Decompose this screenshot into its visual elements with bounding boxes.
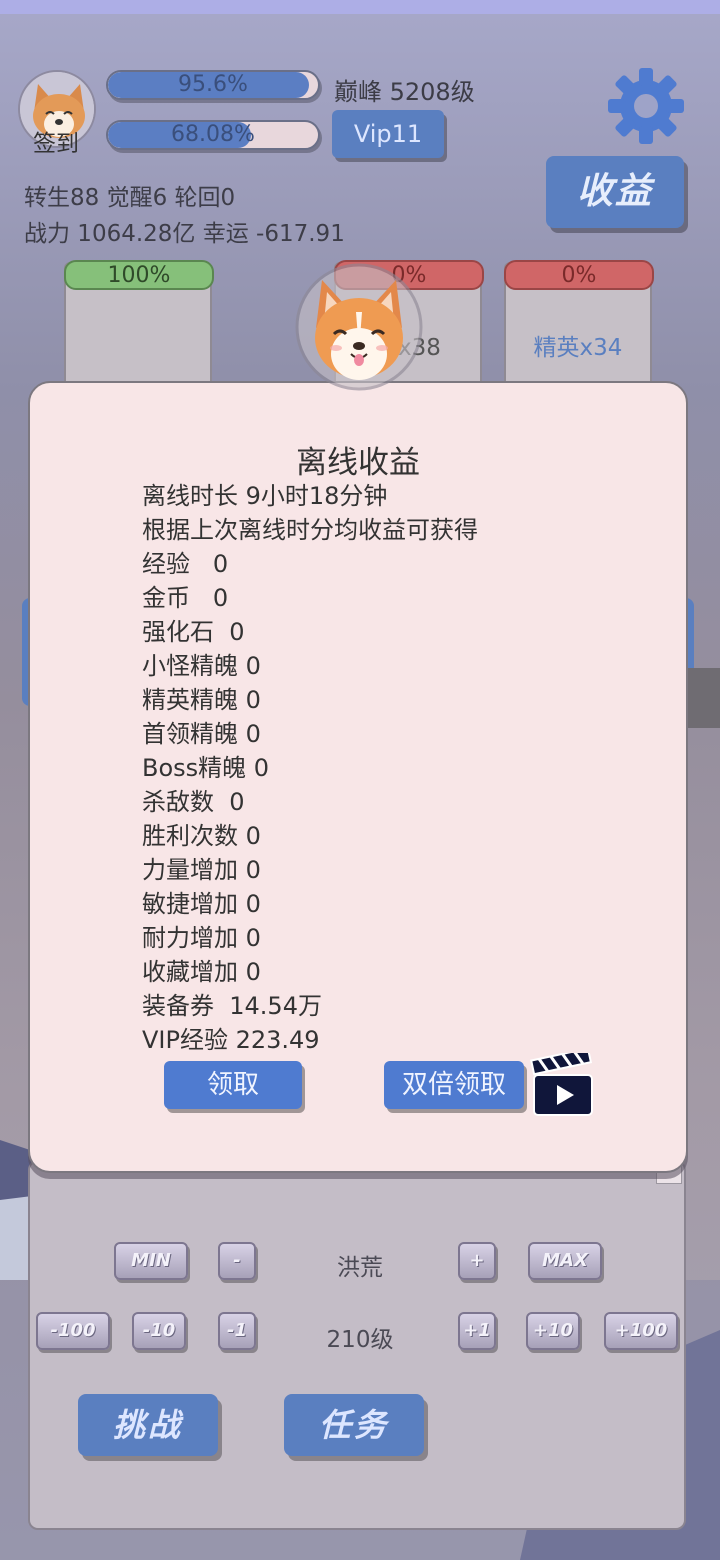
peak-level: 巅峰 5208级	[334, 78, 475, 106]
reward-kills: 杀敌数 0	[142, 788, 245, 816]
increase-difficulty-button[interactable]: +	[458, 1242, 496, 1280]
settings-gear-icon[interactable]	[606, 66, 686, 146]
level-minus-10-button[interactable]: -10	[132, 1312, 186, 1350]
reward-collection: 收藏增加 0	[142, 958, 261, 986]
exp-progress-bar: 95.6%	[106, 70, 320, 100]
level-plus-10-button[interactable]: +10	[526, 1312, 580, 1350]
secondary-progress-bar: 68.08%	[106, 120, 320, 150]
reward-vip-exp: VIP经验 223.49	[142, 1026, 320, 1054]
level-minus-1-button[interactable]: -1	[218, 1312, 256, 1350]
enemy-card-progress: 100%	[64, 260, 214, 290]
claim-button[interactable]: 领取	[164, 1061, 302, 1109]
offline-duration: 离线时长 9小时18分钟	[142, 482, 388, 510]
level-minus-100-button[interactable]: -100	[36, 1312, 110, 1350]
difficulty-label: 洪荒	[337, 1255, 383, 1281]
vip-button[interactable]: Vip11	[332, 110, 444, 158]
reward-leader-soul: 首领精魄 0	[142, 720, 261, 748]
reward-boss-soul: Boss精魄 0	[142, 754, 270, 782]
reward-strength: 力量增加 0	[142, 856, 261, 884]
reward-gold: 金币 0	[142, 584, 229, 612]
income-button[interactable]: 收益	[546, 156, 684, 228]
reward-elite-soul: 精英精魄 0	[142, 686, 261, 714]
min-difficulty-button[interactable]: MIN	[114, 1242, 188, 1280]
double-claim-button[interactable]: 双倍领取	[384, 1061, 524, 1109]
dialog-title: 离线收益	[296, 445, 420, 481]
reward-list: 离线时长 9小时18分钟 根据上次离线时分均收益可获得 经验 0 金币 0 强化…	[142, 479, 478, 1057]
reward-wins: 胜利次数 0	[142, 822, 261, 850]
power-luck-stats: 战力 1064.28亿 幸运 -617.91	[24, 221, 345, 247]
top-status-strip	[0, 0, 720, 14]
secondary-progress-text: 68.08%	[171, 122, 255, 147]
reward-minion-soul: 小怪精魄 0	[142, 652, 261, 680]
reward-stamina: 耐力增加 0	[142, 924, 261, 952]
corgi-mascot-icon	[295, 263, 423, 391]
enemy-card-progress: 0%	[504, 260, 654, 290]
reward-note: 根据上次离线时分均收益可获得	[142, 516, 478, 544]
enemy-card-label: 精英x34	[533, 335, 623, 361]
task-button[interactable]: 任务	[284, 1394, 424, 1456]
reward-enhance-stone: 强化石 0	[142, 618, 245, 646]
rebirth-stats: 转生88 觉醒6 轮回0	[24, 185, 236, 211]
exp-progress-text: 95.6%	[178, 72, 248, 97]
reward-agility: 敏捷增加 0	[142, 890, 261, 918]
reward-exp: 经验 0	[142, 550, 229, 578]
stage-level-label: 210级	[326, 1327, 394, 1353]
decrease-difficulty-button[interactable]: -	[218, 1242, 256, 1280]
reward-equip-ticket: 装备券 14.54万	[142, 992, 322, 1020]
offline-income-dialog: 离线收益 离线时长 9小时18分钟 根据上次离线时分均收益可获得 经验 0 金币…	[28, 381, 688, 1173]
max-difficulty-button[interactable]: MAX	[528, 1242, 602, 1280]
level-plus-100-button[interactable]: +100	[604, 1312, 678, 1350]
level-plus-1-button[interactable]: +1	[458, 1312, 496, 1350]
video-ad-icon[interactable]	[530, 1053, 596, 1119]
side-panel-edge	[686, 668, 720, 728]
signin-label[interactable]: 签到	[26, 124, 86, 158]
challenge-button[interactable]: 挑战	[78, 1394, 218, 1456]
